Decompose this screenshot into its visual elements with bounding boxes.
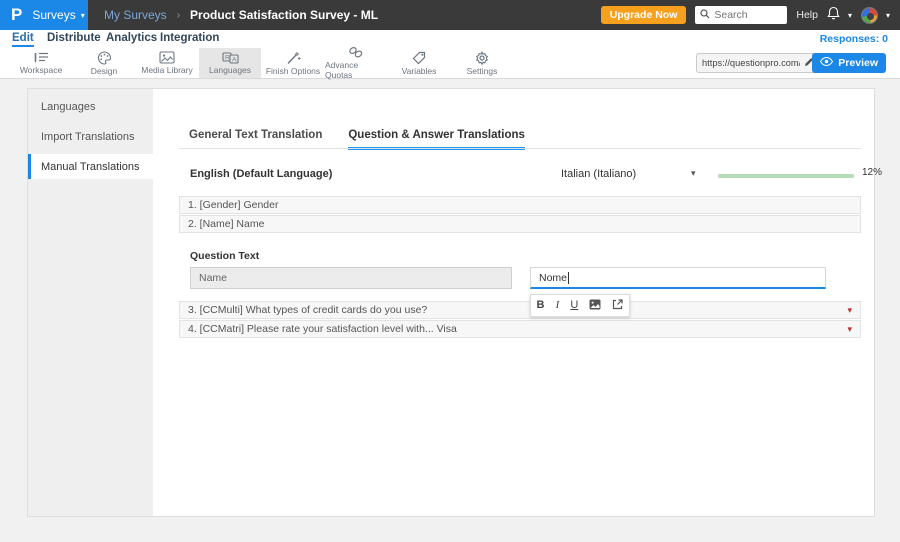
global-search[interactable] bbox=[695, 6, 788, 24]
svg-text:R: R bbox=[225, 55, 230, 62]
toolbar-media-library[interactable]: Media Library bbox=[136, 48, 198, 78]
translation-progress-bar bbox=[718, 174, 854, 178]
svg-text:A: A bbox=[232, 57, 237, 64]
workspace-icon bbox=[34, 51, 49, 64]
question-row-ccmatri[interactable]: 4. [CCMatri] Please rate your satisfacti… bbox=[179, 320, 861, 338]
responses-count[interactable]: Responses: 0 bbox=[820, 33, 888, 45]
sidebar-item-languages[interactable]: Languages bbox=[28, 94, 153, 119]
toolbar-workspace[interactable]: Workspace bbox=[10, 48, 72, 78]
toolbar-languages[interactable]: RA Languages bbox=[199, 48, 261, 78]
question-row-ccmulti[interactable]: 3. [CCMulti] What types of credit cards … bbox=[179, 301, 861, 319]
sidebar-item-manual-translations[interactable]: Manual Translations bbox=[28, 154, 153, 179]
translation-progress-percent: 12% bbox=[862, 167, 883, 178]
product-switcher[interactable]: P Surveys ▾ bbox=[0, 0, 88, 30]
nav-tab-edit[interactable]: Edit bbox=[12, 32, 34, 47]
expand-caret-icon[interactable]: ▾ bbox=[847, 305, 852, 316]
notifications-menu[interactable]: ▾ bbox=[827, 6, 852, 25]
product-menu-label: Surveys bbox=[32, 8, 76, 22]
chevron-down-icon: ▾ bbox=[80, 10, 85, 20]
survey-url-box[interactable]: https://questionpro.com/t/AW22Zd1S1 bbox=[696, 53, 820, 73]
tab-question-answer-translations[interactable]: Question & Answer Translations bbox=[348, 129, 525, 150]
toolbar-advance-quotas[interactable]: Advance Quotas bbox=[325, 46, 387, 80]
breadcrumb: My Surveys › Product Satisfaction Survey… bbox=[104, 0, 378, 30]
questionpro-app: P Surveys ▾ My Surveys › Product Satisfa… bbox=[0, 0, 900, 542]
translations-sidebar: Languages Import Translations Manual Tra… bbox=[28, 89, 153, 516]
source-text-field: Name bbox=[190, 267, 512, 289]
nav-tab-analytics[interactable]: Analytics bbox=[106, 32, 157, 44]
content-panel: Languages Import Translations Manual Tra… bbox=[27, 88, 882, 517]
finish-options-icon bbox=[286, 51, 301, 65]
design-icon bbox=[97, 50, 112, 65]
variables-icon bbox=[412, 51, 427, 65]
preview-button[interactable]: Preview bbox=[812, 53, 886, 73]
translation-input[interactable]: Nome bbox=[530, 267, 826, 289]
question-text-label: Question Text bbox=[190, 250, 260, 262]
format-toolbar: B I U bbox=[530, 294, 630, 317]
chevron-down-icon: ▾ bbox=[847, 10, 852, 20]
bell-icon bbox=[827, 6, 840, 25]
chevron-down-icon[interactable]: ▾ bbox=[691, 168, 696, 179]
eye-icon bbox=[820, 56, 834, 69]
translation-tabs: General Text Translation Question & Answ… bbox=[189, 129, 525, 150]
avatar bbox=[860, 6, 878, 24]
expand-caret-icon[interactable]: ▾ bbox=[847, 324, 852, 335]
upgrade-now-button[interactable]: Upgrade Now bbox=[600, 6, 687, 24]
nav-tab-integration[interactable]: Integration bbox=[160, 32, 219, 44]
text-cursor bbox=[568, 271, 570, 284]
settings-icon bbox=[475, 50, 489, 65]
top-bar: P Surveys ▾ My Surveys › Product Satisfa… bbox=[0, 0, 900, 30]
search-input[interactable] bbox=[714, 9, 779, 21]
toolbar-settings[interactable]: Settings bbox=[451, 48, 513, 78]
bold-button[interactable]: B bbox=[537, 300, 545, 311]
tabs-divider bbox=[179, 148, 861, 149]
search-icon bbox=[700, 6, 710, 24]
italic-button[interactable]: I bbox=[556, 300, 560, 311]
insert-link-button[interactable] bbox=[612, 298, 624, 313]
survey-url: https://questionpro.com/t/AW22Zd1S1 bbox=[702, 58, 800, 68]
translations-main: General Text Translation Question & Answ… bbox=[153, 89, 882, 516]
breadcrumb-my-surveys[interactable]: My Surveys bbox=[104, 8, 167, 22]
question-row-name[interactable]: 2. [Name] Name bbox=[179, 215, 861, 233]
chevron-down-icon: ▾ bbox=[885, 10, 890, 20]
question-row-gender[interactable]: 1. [Gender] Gender bbox=[179, 196, 861, 214]
tab-general-text-translation[interactable]: General Text Translation bbox=[189, 129, 322, 150]
target-language-select[interactable]: Italian (Italiano) bbox=[561, 168, 636, 180]
questionpro-logo: P bbox=[11, 5, 23, 24]
languages-icon: RA bbox=[221, 51, 239, 64]
account-menu[interactable]: ▾ bbox=[860, 6, 890, 24]
media-library-icon bbox=[159, 51, 175, 64]
language-row: English (Default Language) Italian (Ital… bbox=[153, 165, 882, 185]
toolbar-variables[interactable]: Variables bbox=[388, 48, 450, 78]
toolbar-finish-options[interactable]: Finish Options bbox=[262, 48, 324, 78]
nav-tab-distribute[interactable]: Distribute bbox=[47, 32, 101, 44]
survey-nav: Edit Distribute Analytics Integration Re… bbox=[0, 30, 900, 48]
advance-quotas-icon bbox=[348, 46, 364, 59]
underline-button[interactable]: U bbox=[570, 300, 578, 311]
edit-toolbar: Workspace Design Media Library RA Langua… bbox=[0, 46, 900, 80]
insert-image-button[interactable] bbox=[589, 299, 601, 313]
breadcrumb-separator: › bbox=[176, 9, 181, 21]
source-language-label: English (Default Language) bbox=[190, 168, 333, 180]
breadcrumb-survey-title: Product Satisfaction Survey - ML bbox=[190, 8, 379, 22]
toolbar-design[interactable]: Design bbox=[73, 48, 135, 78]
help-link[interactable]: Help bbox=[796, 9, 818, 21]
question-translation-editor: Question Text Name Nome bbox=[153, 234, 874, 300]
top-bar-right: Upgrade Now Help ▾ ▾ bbox=[600, 0, 890, 30]
sidebar-item-import-translations[interactable]: Import Translations bbox=[28, 124, 153, 149]
